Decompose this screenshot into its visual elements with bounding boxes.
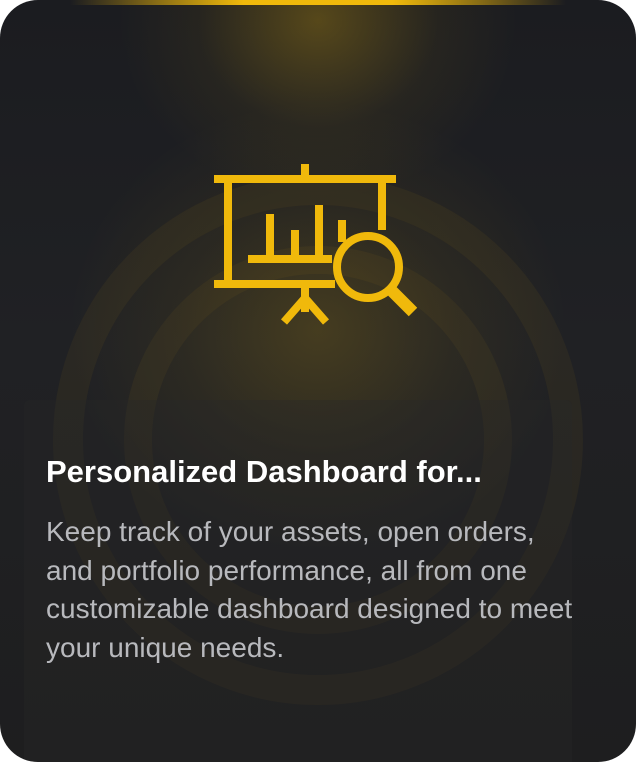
- card-description: Keep track of your assets, open orders, …: [46, 516, 573, 663]
- card-title: Personalized Dashboard for...: [46, 454, 482, 489]
- dashboard-analytics-icon: [214, 164, 418, 325]
- feature-card[interactable]: Personalized Dashboard for... Keep track…: [0, 0, 636, 762]
